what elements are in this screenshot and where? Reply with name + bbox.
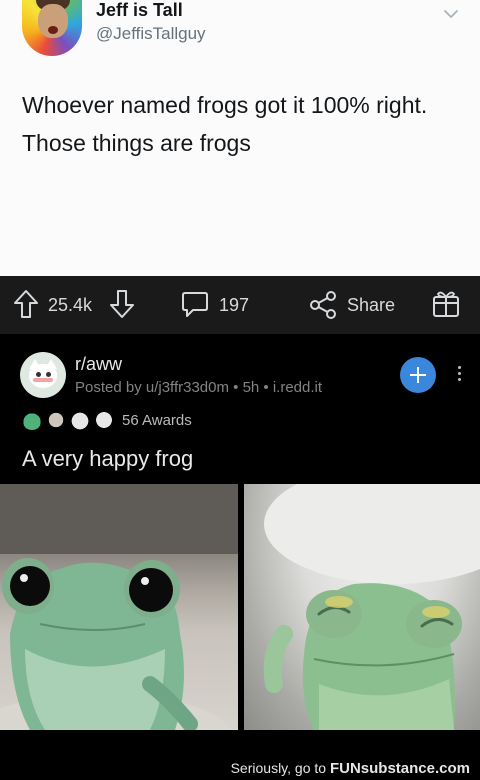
share-button[interactable]: Share (347, 276, 395, 334)
comment-count[interactable]: 197 (219, 276, 249, 334)
vote-count: 25.4k (48, 294, 93, 315)
subreddit-name[interactable]: r/aww (75, 354, 122, 375)
silver-award-icon (94, 410, 114, 430)
tweet-handle[interactable]: @JeffisTallguy (96, 24, 206, 44)
doge-award-icon (70, 410, 90, 430)
frog-photo-right[interactable] (244, 484, 480, 730)
post-meta: Posted by u/j3ffr33d0m • 5h • i.redd.it (75, 379, 323, 396)
comment-icon[interactable] (180, 288, 210, 320)
downvote-icon[interactable] (108, 288, 136, 320)
tweet-card: Jeff is Tall @JeffisTallguy Whoever name… (0, 0, 480, 276)
watermark-footer: Seriously, go to FUNsubstance.com (0, 758, 480, 780)
watermark-text: Seriously, go to FUNsubstance.com (231, 760, 470, 777)
reddit-post: r/aww Posted by u/j3ffr33d0m • 5h • i.re… (0, 334, 480, 780)
award-icon[interactable] (430, 288, 462, 320)
subreddit-avatar[interactable] (20, 352, 66, 398)
post-image-gallery[interactable] (0, 484, 480, 730)
tweet-text: Whoever named frogs got it 100% right. T… (22, 92, 428, 156)
tweet-display-name[interactable]: Jeff is Tall (96, 0, 183, 20)
frog-photo-left[interactable] (0, 484, 238, 730)
post-title[interactable]: A very happy frog (22, 446, 193, 472)
awards-row[interactable]: 56 Awards (22, 409, 192, 431)
chevron-down-icon[interactable] (443, 6, 459, 22)
watermark-prefix: Seriously, go to (230, 760, 330, 776)
post-action-bar: 25.4k 197 Share (0, 276, 480, 334)
hands-award-icon (46, 410, 66, 430)
more-options-icon[interactable] (452, 364, 466, 388)
join-button[interactable] (400, 357, 436, 393)
watermark-brand[interactable]: FUNsubstance.com (330, 760, 470, 777)
frog-award-icon (22, 410, 42, 430)
share-icon[interactable] (308, 290, 338, 320)
awards-count: 56 Awards (122, 411, 192, 429)
upvote-icon[interactable] (12, 288, 40, 320)
tweet-avatar[interactable] (22, 0, 82, 56)
